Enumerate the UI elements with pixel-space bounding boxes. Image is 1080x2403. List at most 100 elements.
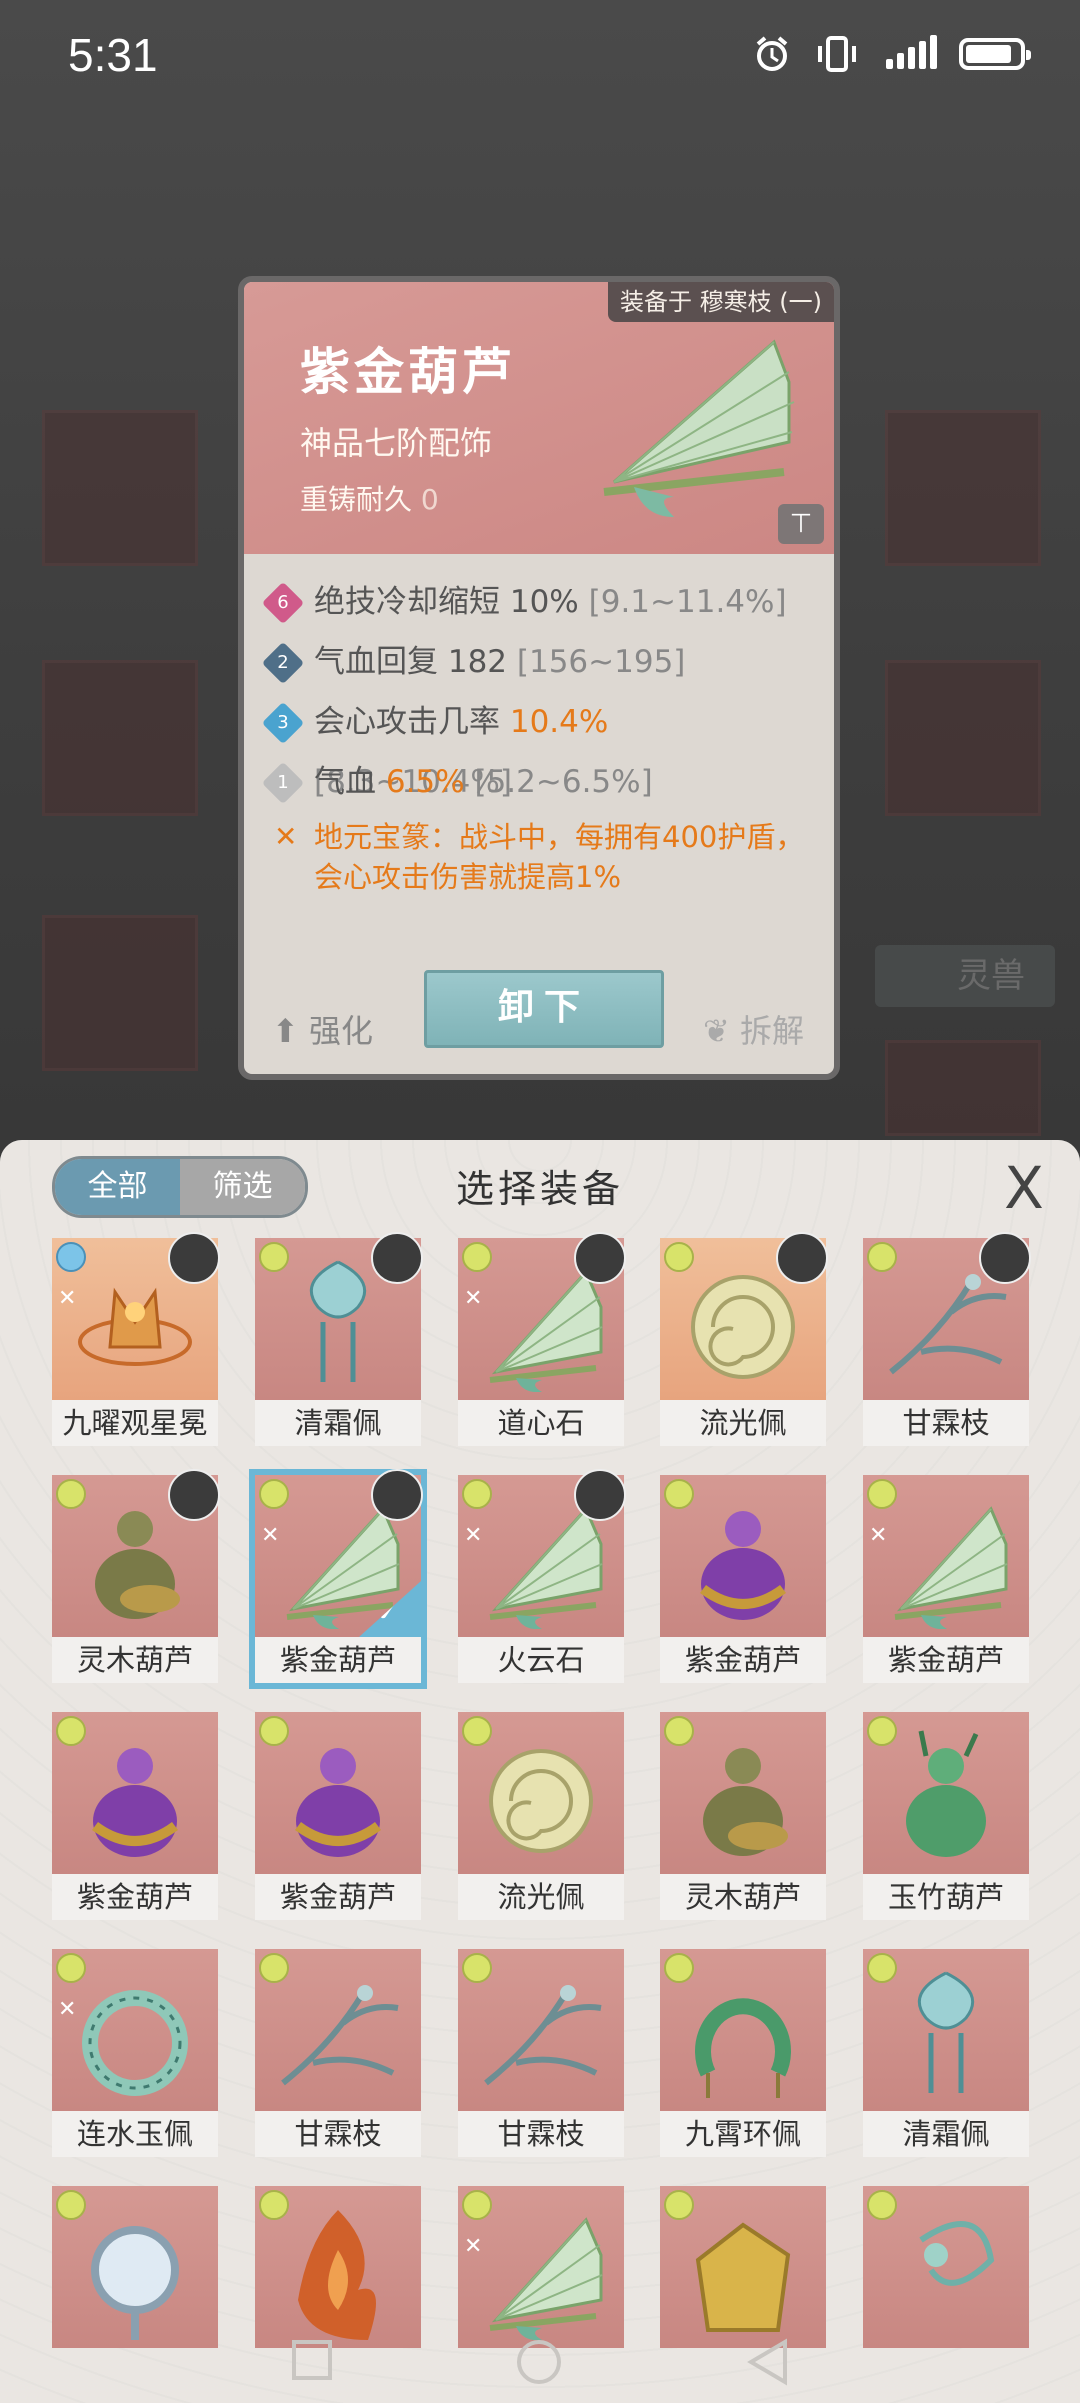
- equipment-tile[interactable]: 清霜佩: [255, 1232, 423, 1446]
- rank-icon: [664, 2190, 694, 2220]
- equipment-name: 连水玉佩: [52, 2111, 218, 2157]
- card-header: 装备于 穆寒枝 (一) 紫金葫芦 神品七阶配饰 重铸耐久 0 ⊤: [244, 282, 834, 554]
- special-effect: ✕ 地元宝篆：战斗中，每拥有400护盾，会心攻击伤害就提高1%: [264, 817, 814, 897]
- equipment-name: 甘霖枝: [863, 1400, 1029, 1446]
- rank-icon: [259, 1953, 289, 1983]
- rank-icon: [867, 1716, 897, 1746]
- set-tag-icon: ✕: [464, 2234, 483, 2259]
- status-bar: 5:31: [0, 0, 1080, 110]
- equipment-tile[interactable]: ⊤甘霖枝: [255, 1949, 421, 2157]
- stat-row: 6 绝技冷却缩短 10% [9.1~11.4%]: [261, 572, 814, 632]
- status-time: 5:31: [68, 29, 158, 81]
- rank-icon: [462, 1242, 492, 1272]
- rank-icon: [664, 1242, 694, 1272]
- rank-icon: [867, 1953, 897, 1983]
- rank-icon: [462, 1479, 492, 1509]
- equipment-tile[interactable]: 流光佩: [458, 1712, 624, 1920]
- equipment-tile[interactable]: ✕⊤紫金葫芦: [863, 1475, 1029, 1683]
- equipment-tile[interactable]: 甘霖枝: [863, 1232, 1031, 1446]
- rank-icon: [664, 1953, 694, 1983]
- set-tag-icon: ✕: [869, 1523, 888, 1548]
- set-tag-icon: ✕: [464, 1523, 483, 1548]
- equipment-name: 流光佩: [660, 1400, 826, 1446]
- equipment-tile[interactable]: ⊤紫金葫芦: [255, 1712, 421, 1920]
- equipment-name: 九曜观星冕: [52, 1400, 218, 1446]
- equipment-tile[interactable]: ⊤清霜佩: [863, 1949, 1029, 2157]
- equipment-name: 玉竹葫芦: [863, 1874, 1029, 1920]
- rank-icon: [259, 1242, 289, 1272]
- strengthen-button[interactable]: ⬆ 强化: [272, 1006, 373, 1052]
- recents-icon[interactable]: [290, 2338, 334, 2386]
- equipment-name: 紫金葫芦: [863, 1637, 1029, 1683]
- bg-equip-slot: [42, 660, 198, 816]
- rank-icon: [56, 1953, 86, 1983]
- equipment-tile[interactable]: 灵木葫芦: [52, 1469, 220, 1683]
- equipment-tile[interactable]: ✕⊤火云石: [458, 1469, 626, 1683]
- equipment-tile[interactable]: ✕⊤紫金葫芦✓: [249, 1469, 427, 1689]
- special-effect-icon: ✕: [274, 820, 298, 853]
- set-tag-icon: ✕: [58, 1997, 77, 2022]
- bg-equip-slot: [42, 410, 198, 566]
- owner-avatar: [371, 1232, 423, 1284]
- rank-icon: [462, 2190, 492, 2220]
- home-icon[interactable]: [515, 2338, 563, 2390]
- item-name: 紫金葫芦: [300, 343, 516, 401]
- equipment-tile[interactable]: ⊤玉竹葫芦: [863, 1712, 1029, 1920]
- battery-icon: [959, 38, 1031, 70]
- bg-equip-slot: [885, 660, 1041, 816]
- set-tag-icon: ✕: [464, 1286, 483, 1311]
- back-icon[interactable]: [745, 2338, 789, 2390]
- set-tag-icon: ✕: [58, 1286, 77, 1311]
- stat-badge-icon: 3: [261, 701, 305, 745]
- owner-avatar: [574, 1469, 626, 1521]
- close-button[interactable]: X: [996, 1159, 1052, 1217]
- dismantle-icon: ❦: [703, 1012, 730, 1050]
- unequip-button[interactable]: 卸下: [424, 970, 664, 1048]
- rank-icon: [56, 1716, 86, 1746]
- equipment-name: 紫金葫芦: [660, 1637, 826, 1683]
- rank-icon: [462, 1953, 492, 1983]
- bg-equip-slot: [42, 915, 198, 1071]
- vibrate-icon: [818, 36, 856, 72]
- equipment-tile[interactable]: ⊤紫金葫芦: [52, 1712, 218, 1920]
- rank-icon: [56, 2190, 86, 2220]
- equipment-tile[interactable]: 九霄环佩: [660, 1949, 826, 2157]
- rank-icon: [664, 1716, 694, 1746]
- rank-icon: [259, 2190, 289, 2220]
- rank-icon: [56, 1242, 86, 1272]
- owner-avatar: [776, 1232, 828, 1284]
- stats-list: 6 绝技冷却缩短 10% [9.1~11.4%] 2 气血回复 182 [156…: [261, 572, 814, 812]
- equipment-name: 流光佩: [458, 1874, 624, 1920]
- rank-icon: [867, 2190, 897, 2220]
- equipment-name: 清霜佩: [863, 2111, 1029, 2157]
- equipment-tile[interactable]: ⊤甘霖枝: [458, 1949, 624, 2157]
- fan-artwork: [603, 339, 795, 517]
- rank-icon: [259, 1716, 289, 1746]
- owner-avatar: [168, 1469, 220, 1521]
- equipment-tile[interactable]: ✕⊤连水玉佩: [52, 1949, 218, 2157]
- equipment-name: 灵木葫芦: [52, 1637, 218, 1683]
- equipment-name: 道心石: [458, 1400, 624, 1446]
- dismantle-button[interactable]: ❦ 拆解: [703, 1006, 804, 1052]
- equipped-on-label: 装备于 穆寒枝 (一): [608, 282, 834, 322]
- equipment-tile[interactable]: 流光佩: [660, 1232, 828, 1446]
- equipment-tile[interactable]: ⊤紫金葫芦: [660, 1475, 826, 1683]
- equipment-name: 紫金葫芦: [52, 1874, 218, 1920]
- rank-icon: [462, 1716, 492, 1746]
- system-nav-bar: [0, 2310, 1080, 2403]
- equipment-name: 清霜佩: [255, 1400, 421, 1446]
- rank-icon: [259, 1479, 289, 1509]
- stat-badge-icon: 6: [261, 581, 305, 625]
- equipment-tile[interactable]: ✕ 道心石: [458, 1232, 626, 1446]
- equipment-name: 甘霖枝: [458, 2111, 624, 2157]
- panel-title: 选择装备: [455, 1167, 624, 1211]
- equipment-tile[interactable]: ✕⊤九曜观星冕: [52, 1232, 220, 1446]
- lock-icon[interactable]: ⊤: [778, 504, 824, 544]
- rank-icon: [867, 1479, 897, 1509]
- bg-equip-slot: [885, 1040, 1041, 1136]
- rank-icon: [56, 1479, 86, 1509]
- stat-row: 3 会心攻击几率 10.4% [8.3~10.4%]: [261, 692, 814, 800]
- item-durability: 重铸耐久 0: [300, 483, 439, 516]
- equipment-tile[interactable]: ⊤灵木葫芦: [660, 1712, 826, 1920]
- owner-avatar: [371, 1469, 423, 1521]
